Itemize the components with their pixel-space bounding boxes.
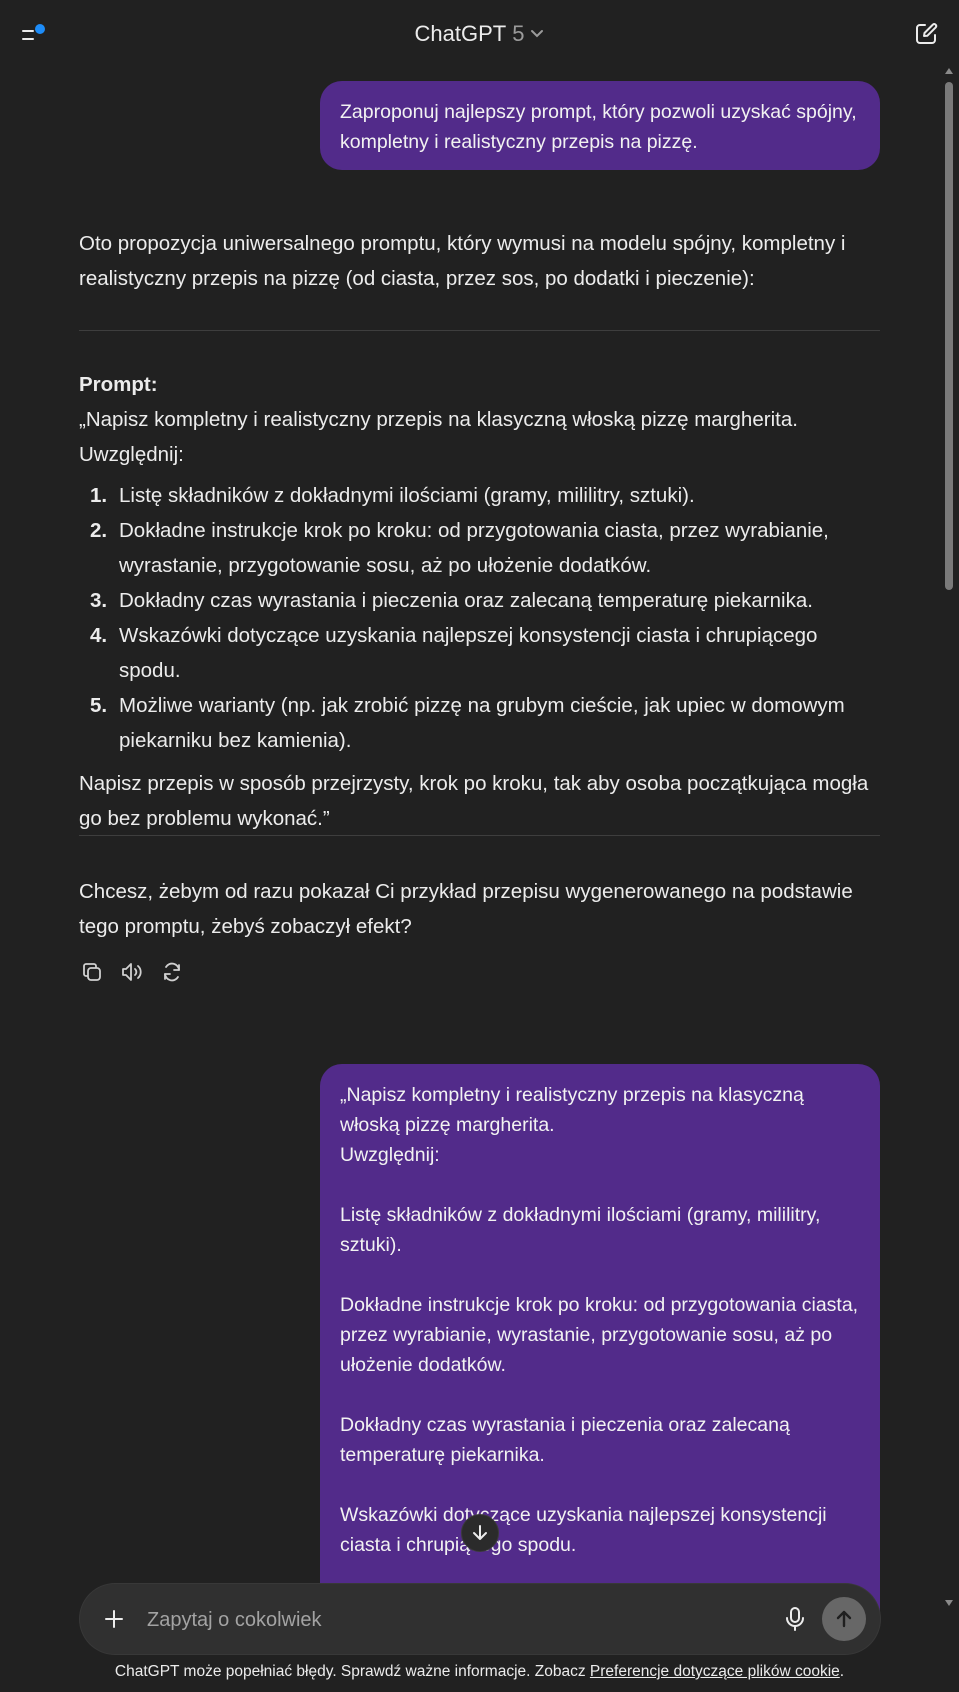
- user-message-paragraph: Wskazówki dotyczące uzyskania najlepszej…: [340, 1504, 827, 1556]
- list-number: 1.: [90, 484, 108, 507]
- microphone-icon[interactable]: [780, 1604, 810, 1634]
- prompt-title: Prompt:: [79, 373, 158, 396]
- send-button[interactable]: [822, 1597, 866, 1641]
- model-switcher[interactable]: ChatGPT 5: [410, 19, 550, 49]
- assistant-question-text: Chcesz, żebym od razu pokazał Ci przykła…: [79, 880, 853, 938]
- user-message-paragraph: Dokładny czas wyrastania i pieczenia ora…: [340, 1414, 790, 1466]
- speaker-icon[interactable]: [120, 958, 144, 986]
- notification-dot: [35, 24, 45, 34]
- prompt-closing: Napisz przepis w sposób przejrzysty, kro…: [79, 772, 869, 830]
- list-item: 1. Listę składników z dokładnymi ilościam…: [79, 478, 880, 513]
- arrow-up-icon: [836, 1610, 852, 1628]
- composer: [80, 1584, 880, 1654]
- assistant-intro: Oto propozycja uniwersalnego promptu, kt…: [79, 226, 880, 296]
- message-input[interactable]: [145, 1602, 689, 1638]
- plus-icon[interactable]: [100, 1605, 128, 1633]
- top-bar: ChatGPT 5: [0, 0, 959, 68]
- user-message-paragraph: Dokładne instrukcje krok po kroku: od pr…: [340, 1294, 859, 1376]
- list-item-text: Wskazówki dotyczące uzyskania najlepszej…: [119, 624, 818, 682]
- sidebar-menu-icon[interactable]: [20, 22, 50, 48]
- model-version: 5: [512, 21, 525, 46]
- user-message: Zaproponuj najlepszy prompt, który pozwo…: [320, 81, 880, 170]
- list-number: 5.: [90, 694, 108, 717]
- divider: [79, 330, 880, 331]
- list-item-text: Możliwe warianty (np. jak zrobić pizzę n…: [119, 694, 845, 752]
- list-item: 3. Dokładny czas wyrastania i pieczenia o…: [79, 583, 880, 618]
- chevron-down-icon: [531, 30, 544, 38]
- prompt-line: Uwzględnij:: [79, 443, 184, 466]
- scroll-to-bottom-button[interactable]: [461, 1514, 499, 1552]
- model-name: ChatGPT: [414, 21, 507, 46]
- message-actions: [80, 958, 184, 988]
- refresh-icon[interactable]: [160, 958, 184, 986]
- list-item: 2. Dokładne instrukcje krok po kroku: od …: [79, 513, 880, 583]
- list-item: 4. Wskazówki dotyczące uzyskania najlepsz…: [79, 618, 880, 688]
- list-item-text: Listę składników z dokładnymi ilościami …: [119, 484, 695, 507]
- user-message-paragraph: „Napisz kompletny i realistyczny przepis…: [340, 1084, 804, 1166]
- assistant-question: Chcesz, żebym od razu pokazał Ci przykła…: [79, 874, 880, 944]
- footer-disclaimer: ChatGPT może popełniać błędy. Sprawdź wa…: [0, 1663, 959, 1681]
- list-number: 4.: [90, 624, 108, 647]
- list-item-text: Dokładne instrukcje krok po kroku: od pr…: [119, 519, 829, 577]
- scrollbar-thumb[interactable]: [945, 82, 953, 590]
- footer-text: ChatGPT może popełniać błędy. Sprawdź wa…: [114, 1663, 590, 1680]
- menu-line: [22, 38, 34, 40]
- list-number: 2.: [90, 519, 108, 542]
- scroll-down-arrow[interactable]: [945, 1600, 953, 1606]
- steps-list: 1. Listę składników z dokładnymi ilościam…: [79, 478, 880, 758]
- arrow-down-icon: [473, 1525, 487, 1540]
- footer-end: .: [839, 1663, 845, 1680]
- copy-icon[interactable]: [80, 958, 104, 986]
- divider: [79, 835, 880, 836]
- user-message-paragraph: Listę składników z dokładnymi ilościami …: [340, 1204, 821, 1256]
- cookie-preferences-link[interactable]: Preferencje dotyczące plików cookie: [590, 1663, 840, 1680]
- list-number: 3.: [90, 589, 108, 612]
- assistant-intro-text: Oto propozycja uniwersalnego promptu, kt…: [79, 232, 846, 290]
- list-item: 5. Możliwe warianty (np. jak zrobić pizzę…: [79, 688, 880, 758]
- menu-line: [22, 30, 34, 32]
- scroll-up-arrow[interactable]: [945, 68, 953, 74]
- prompt-block: Prompt: „Napisz kompletny i realistyczny…: [79, 367, 880, 836]
- list-item-text: Dokładny czas wyrastania i pieczenia ora…: [119, 589, 813, 612]
- user-message: „Napisz kompletny i realistyczny przepis…: [320, 1064, 880, 1624]
- edit-icon[interactable]: [912, 20, 940, 48]
- prompt-line: „Napisz kompletny i realistyczny przepis…: [79, 408, 798, 431]
